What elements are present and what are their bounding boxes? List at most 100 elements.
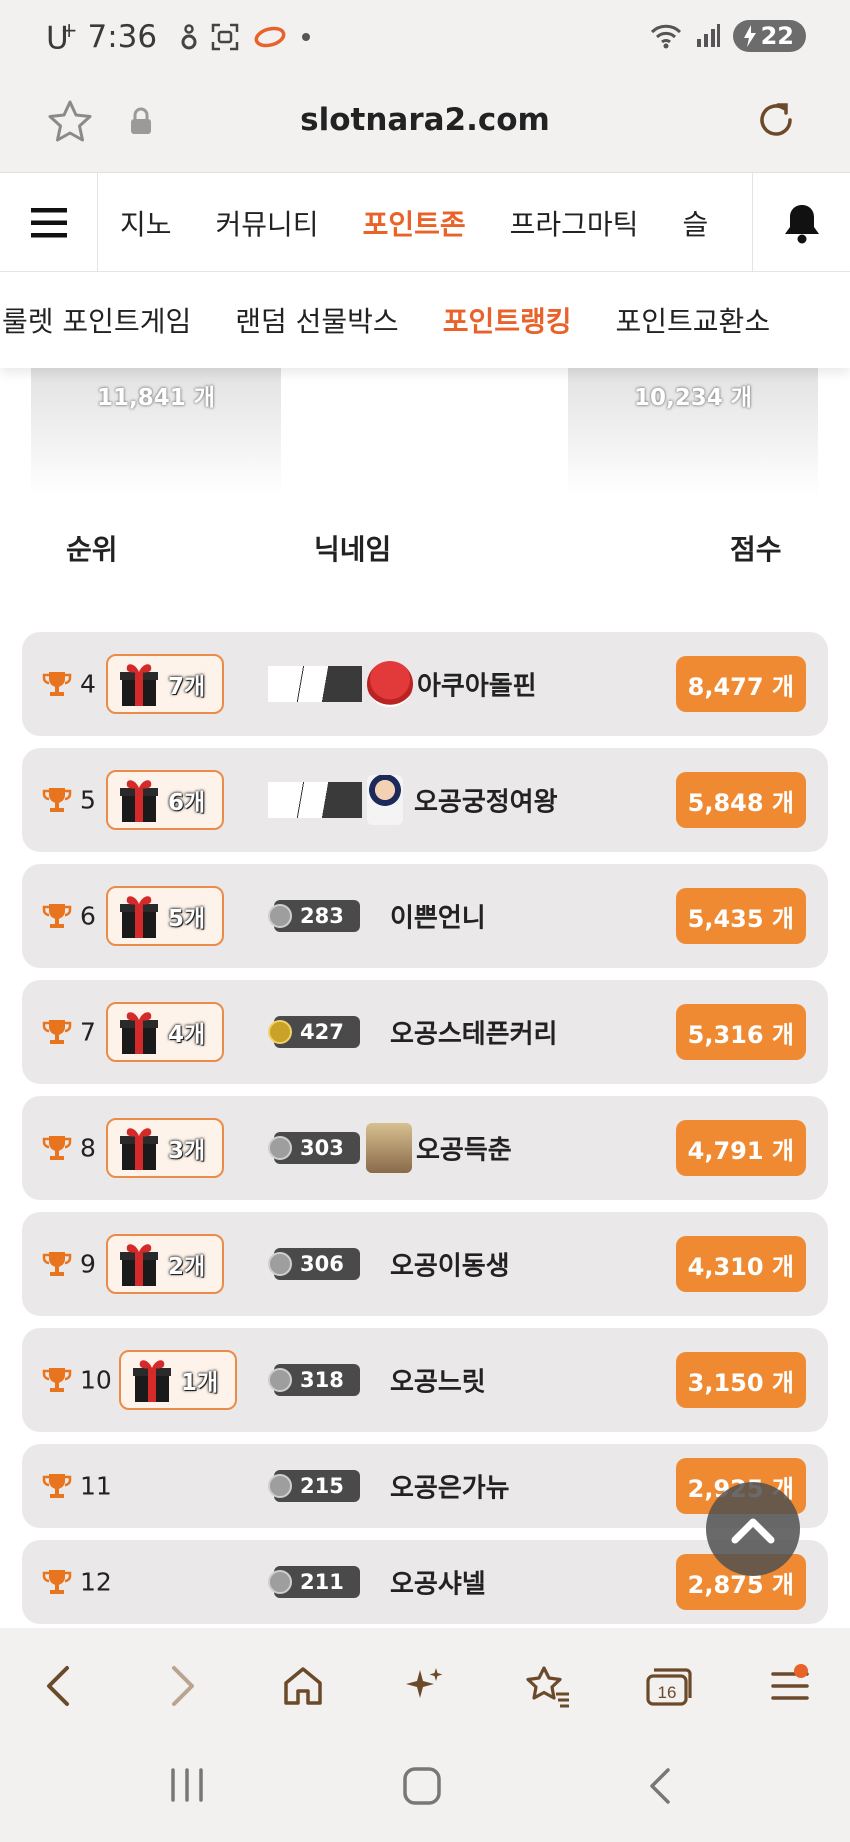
scroll-to-top-button[interactable] [706, 1482, 800, 1576]
bell-icon[interactable] [752, 173, 850, 273]
ranking-row[interactable]: 5 6개 오공궁정여왕 5,848 개 [22, 748, 828, 852]
score-badge: 4,310 개 [675, 1236, 806, 1292]
nav-item-jino[interactable]: 지노 [98, 203, 194, 243]
subnav-point-exchange[interactable]: 포인트교환소 [594, 300, 793, 340]
home-icon [284, 1667, 322, 1705]
nickname[interactable]: 오공느릿 [390, 1362, 486, 1399]
rank-number: 4 [80, 669, 96, 699]
subnav-roulette[interactable]: 룰렛 포인트게임 [0, 300, 213, 340]
url-text[interactable]: slotnara2.com [0, 102, 850, 138]
trophy-icon [42, 1252, 72, 1276]
gift-badge: 3개 [106, 1118, 224, 1178]
podium-second: 11,841 개 [31, 368, 281, 498]
home-button[interactable] [275, 1658, 331, 1714]
podium-third-value: 10,234 개 [634, 385, 752, 411]
masked-level-badge [268, 782, 362, 818]
charging-icon [743, 25, 756, 47]
clock: 7:36 [87, 19, 158, 56]
ranking-row[interactable]: 4 7개 아쿠아돌핀 8,477 개 [22, 632, 828, 736]
subnav-random-giftbox[interactable]: 랜덤 선물박스 [213, 300, 420, 340]
level-number: 318 [300, 1368, 344, 1392]
notification-dot [794, 1664, 808, 1678]
header-score: 점수 [730, 533, 782, 566]
forward-button[interactable] [155, 1658, 211, 1714]
nav-item-slot[interactable]: 슬 [660, 203, 730, 243]
bookmarks-button[interactable] [520, 1658, 576, 1714]
level-number: 211 [300, 1570, 344, 1594]
back-system-button[interactable] [646, 1766, 674, 1810]
level-number: 303 [300, 1136, 344, 1160]
ranking-row[interactable]: 6 5개 283 이쁜언니 5,435 개 [22, 864, 828, 968]
gift-badge: 7개 [106, 654, 224, 714]
screenshot-icon [211, 23, 239, 51]
ranking-row[interactable]: 12 211 오공샤넬 2,875 개 [22, 1540, 828, 1624]
gift-box-icon [133, 1360, 171, 1402]
nickname[interactable]: 오공궁정여왕 [414, 782, 558, 819]
score-badge: 5,848 개 [675, 772, 806, 828]
rank-number: 11 [80, 1471, 112, 1501]
nickname[interactable]: 이쁜언니 [390, 898, 486, 935]
reload-icon[interactable] [752, 96, 800, 148]
signal-icon [696, 24, 720, 47]
menu-button[interactable] [762, 1658, 818, 1714]
chevron-left-icon [650, 1768, 670, 1804]
tabs-icon: 16 [646, 1668, 692, 1706]
subnav-point-ranking[interactable]: 포인트랭킹 [421, 300, 594, 340]
rank-number: 12 [80, 1567, 112, 1597]
ranking-row[interactable]: 8 3개 303 오공득춘 4,791 개 [22, 1096, 828, 1200]
nickname[interactable]: 오공득춘 [416, 1130, 512, 1167]
ranking-header: 순위 닉네임 점수 [0, 528, 850, 578]
level-emblem-icon [268, 1252, 292, 1276]
ranking-row[interactable]: 7 4개 427 오공스테픈커리 5,316 개 [22, 980, 828, 1084]
nav-item-pragmatic[interactable]: 프라그마틱 [488, 203, 661, 243]
gift-count: 7개 [168, 674, 206, 700]
gift-box-icon [120, 896, 158, 938]
dot-icon [302, 33, 311, 42]
ranking-row[interactable]: 9 2개 306 오공이동생 4,310 개 [22, 1212, 828, 1316]
main-nav: 지노 커뮤니티 포인트존 프라그마틱 슬 [0, 172, 850, 273]
level-badge: 303 [268, 1132, 360, 1164]
rank-number: 7 [80, 1017, 96, 1047]
score-badge: 5,316 개 [675, 1004, 806, 1060]
nickname[interactable]: 오공은가뉴 [390, 1468, 510, 1505]
status-left: U+ 7:36 [46, 18, 311, 56]
ai-sparkle-button[interactable] [396, 1658, 452, 1714]
ranking-row[interactable]: 10 1개 318 오공느릿 3,150 개 [22, 1328, 828, 1432]
home-square-icon [403, 1767, 441, 1805]
nickname[interactable]: 오공이동생 [390, 1246, 510, 1283]
score-badge: 5,435 개 [675, 888, 806, 944]
back-button[interactable] [30, 1658, 86, 1714]
battery-indicator: 22 [732, 20, 806, 52]
nickname[interactable]: 오공샤넬 [390, 1564, 486, 1601]
gift-count: 2개 [168, 1254, 206, 1280]
trophy-icon [42, 788, 72, 812]
hamburger-menu-icon[interactable] [0, 173, 98, 273]
recent-apps-button[interactable] [168, 1766, 206, 1808]
status-bar: U+ 7:36 22 [0, 0, 850, 78]
rank-number: 6 [80, 901, 96, 931]
trophy-icon [42, 904, 72, 928]
home-system-button[interactable] [402, 1766, 442, 1810]
recent-apps-icon [171, 1768, 203, 1802]
nav-item-pointzone[interactable]: 포인트존 [341, 203, 488, 243]
wifi-icon [650, 24, 681, 49]
star-list-icon [526, 1666, 569, 1708]
level-badge: 318 [268, 1364, 360, 1396]
gift-badge: 5개 [106, 886, 224, 946]
browser-toolbar: 16 [0, 1628, 850, 1738]
gift-count: 3개 [168, 1138, 206, 1164]
nav-item-community[interactable]: 커뮤니티 [194, 203, 341, 243]
gift-badge: 1개 [119, 1350, 237, 1410]
tabs-button[interactable]: 16 [640, 1658, 696, 1714]
header-nickname: 닉네임 [314, 533, 392, 566]
nickname[interactable]: 오공스테픈커리 [390, 1014, 557, 1051]
avatar [366, 1123, 412, 1173]
gift-count: 1개 [181, 1370, 219, 1396]
avatar [367, 661, 413, 707]
address-bar: slotnara2.com [0, 78, 850, 172]
header-rank: 순위 [66, 533, 118, 566]
gift-box-icon [120, 780, 158, 822]
main-nav-items: 지노 커뮤니티 포인트존 프라그마틱 슬 [98, 173, 752, 273]
nickname[interactable]: 아쿠아돌핀 [417, 666, 537, 703]
trophy-icon [42, 672, 72, 696]
